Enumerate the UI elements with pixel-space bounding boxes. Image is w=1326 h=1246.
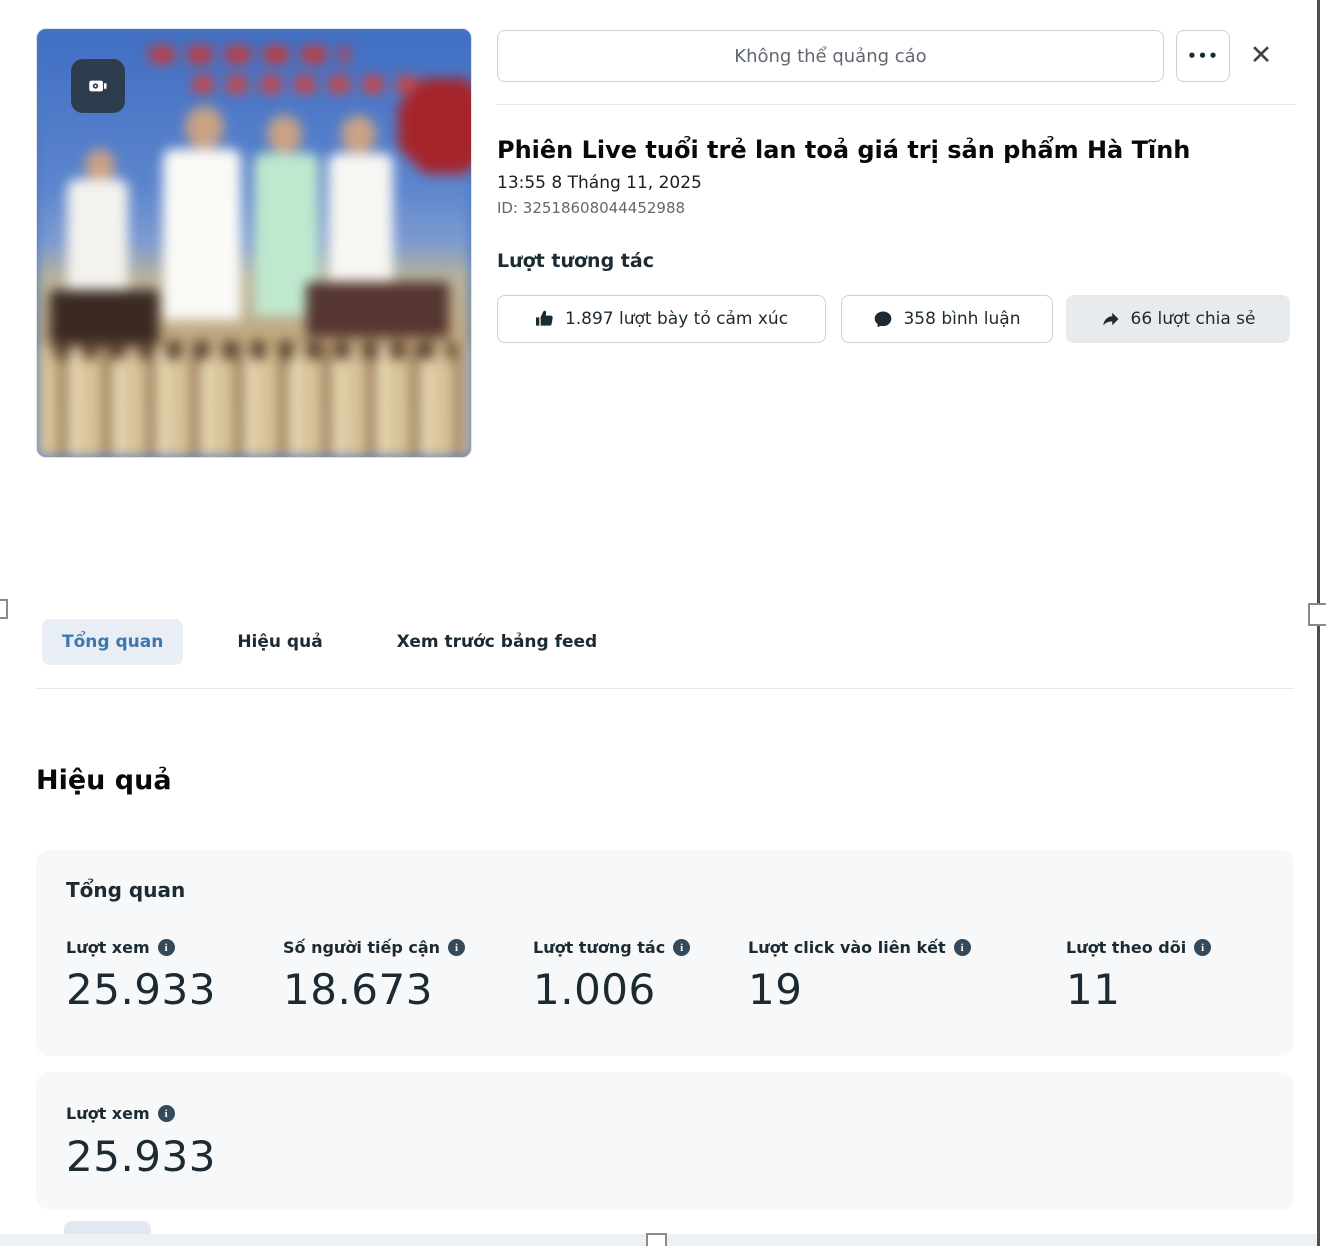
insights-tabs: Tổng quan Hiệu quả Xem trước bảng feed (42, 617, 617, 667)
shares-button[interactable]: 66 lượt chia sẻ (1066, 295, 1290, 343)
thumbnail-blob (163, 149, 241, 320)
cannot-promote-button[interactable]: Không thể quảng cáo (497, 30, 1164, 82)
header-divider (497, 104, 1295, 105)
thumbnail-blob (193, 76, 419, 93)
metric-value: 19 (748, 965, 971, 1014)
metric-interactions: Lượt tương tác i 1.006 (533, 938, 690, 1014)
ellipsis-icon: ••• (1187, 47, 1219, 65)
comments-button[interactable]: 358 bình luận (841, 295, 1053, 343)
metric-label: Lượt click vào liên kết (748, 938, 946, 957)
thumbnail-blob (67, 179, 128, 299)
info-icon[interactable]: i (158, 1105, 175, 1122)
post-id: ID: 32518608044452988 (497, 199, 685, 217)
comments-label: 358 bình luận (903, 309, 1020, 329)
post-title: Phiên Live tuổi trẻ lan toả giá trị sản … (497, 136, 1217, 164)
reactions-button[interactable]: 1.897 lượt bày tỏ cảm xúc (497, 295, 826, 343)
thumbnail-blob (267, 115, 302, 154)
metric-follows: Lượt theo dõi i 11 (1066, 938, 1211, 1014)
info-icon[interactable]: i (448, 939, 465, 956)
views-card-label: Lượt xem (66, 1104, 150, 1123)
thumbnail-blob (185, 106, 224, 149)
metric-label: Lượt xem (66, 938, 150, 957)
shares-label: 66 lượt chia sẻ (1131, 309, 1256, 329)
thumbnail-blob (341, 115, 376, 154)
tabs-divider (36, 688, 1294, 689)
metric-value: 11 (1066, 965, 1211, 1014)
cannot-promote-label: Không thể quảng cáo (734, 46, 926, 67)
metric-label: Lượt tương tác (533, 938, 665, 957)
close-button[interactable]: ✕ (1242, 36, 1280, 74)
overview-card: Tổng quan Lượt xem i 25.933 Số người tiế… (36, 850, 1294, 1056)
thumbnail-blob (50, 290, 159, 346)
tab-performance[interactable]: Hiệu quả (217, 619, 342, 665)
thumbs-up-icon (535, 309, 555, 329)
views-card: Lượt xem i 25.933 (36, 1072, 1294, 1210)
metric-value: 25.933 (66, 965, 216, 1014)
engagement-heading: Lượt tương tác (497, 250, 654, 272)
metric-link-clicks: Lượt click vào liên kết i 19 (748, 938, 971, 1014)
metric-label: Lượt theo dõi (1066, 938, 1186, 957)
post-timestamp: 13:55 8 Tháng 11, 2025 (497, 173, 702, 193)
selection-handle-left[interactable] (0, 599, 8, 619)
selection-handle-right[interactable] (1308, 603, 1326, 626)
metric-label: Số người tiếp cận (283, 938, 440, 957)
thumbnail-blob (37, 346, 471, 457)
tab-feed-preview[interactable]: Xem trước bảng feed (377, 619, 618, 665)
post-thumbnail[interactable] (36, 28, 472, 458)
reactions-label: 1.897 lượt bày tỏ cảm xúc (565, 309, 788, 329)
overview-card-title: Tổng quan (66, 878, 185, 902)
post-insights-dialog: Không thể quảng cáo ••• ✕ Phiên Live tuổ… (0, 0, 1326, 1246)
info-icon[interactable]: i (954, 939, 971, 956)
performance-section-title: Hiệu quả (36, 765, 172, 796)
info-icon[interactable]: i (158, 939, 175, 956)
info-icon[interactable]: i (1194, 939, 1211, 956)
comment-icon (873, 309, 893, 329)
thumbnail-blob (54, 341, 453, 358)
more-options-button[interactable]: ••• (1176, 30, 1230, 82)
metric-views: Lượt xem i 25.933 (66, 938, 216, 1014)
partial-next-tab (64, 1221, 151, 1235)
close-icon: ✕ (1250, 40, 1273, 71)
metric-value: 18.673 (283, 965, 465, 1014)
tab-overview[interactable]: Tổng quan (42, 619, 183, 665)
thumbnail-blob (150, 46, 350, 63)
thumbnail-blob (85, 149, 115, 183)
selection-handle-bottom[interactable] (646, 1233, 667, 1246)
info-icon[interactable]: i (673, 939, 690, 956)
metric-reach: Số người tiếp cận i 18.673 (283, 938, 465, 1014)
metric-value: 1.006 (533, 965, 690, 1014)
thumbnail-blob (306, 282, 449, 338)
share-arrow-icon (1101, 309, 1121, 329)
views-card-value: 25.933 (66, 1132, 216, 1181)
video-badge (71, 59, 125, 113)
video-camera-icon (88, 76, 108, 96)
